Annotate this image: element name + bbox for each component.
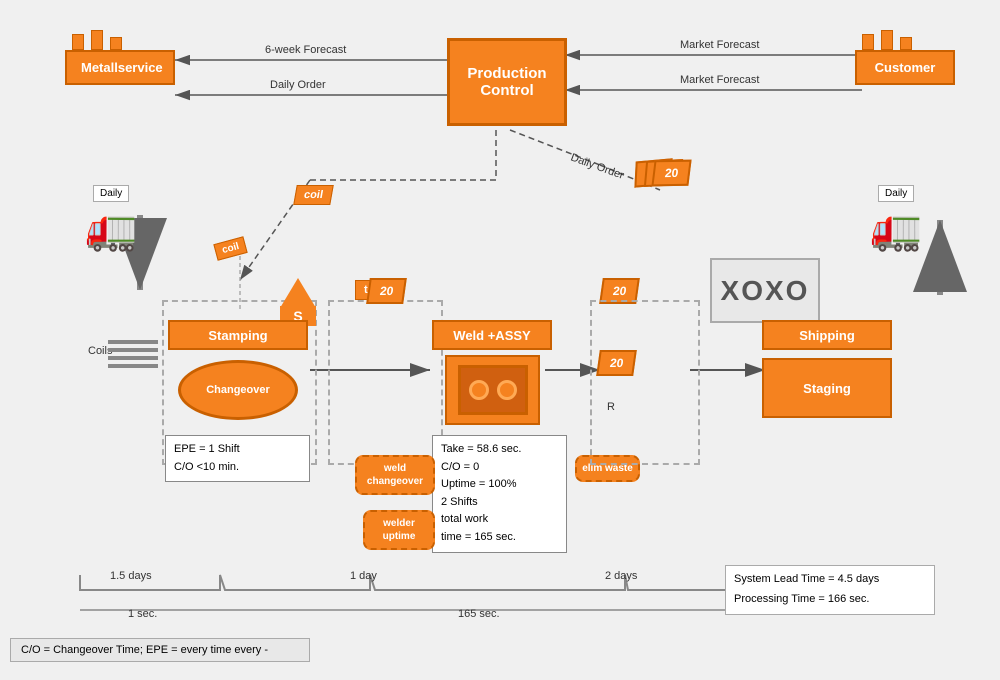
truck-left-icon: 🚛 (85, 205, 137, 254)
machine-inner (458, 365, 528, 415)
svg-text:Market Forecast: Market Forecast (680, 74, 759, 86)
shipping-label: Shipping (799, 328, 855, 343)
svg-text:6-week Forecast: 6-week Forecast (265, 44, 346, 56)
staging-box: Staging (762, 358, 892, 418)
kaizen-weld-co-label: weld changeover (362, 462, 428, 488)
metallservice-factory: Metallservice (65, 30, 175, 85)
stamping-data: EPE = 1 Shift C/O <10 min. (165, 435, 310, 482)
system-info-box: System Lead Time = 4.5 days Processing T… (725, 565, 935, 615)
svg-text:Daily Order: Daily Order (270, 79, 326, 91)
xoxo-box: XOXO (710, 258, 820, 323)
weld-shifts: 2 Shifts (441, 494, 558, 512)
shipping-push-area (590, 300, 700, 465)
timeline-1day: 1 day (350, 570, 377, 582)
coil-label-top: coil (293, 185, 333, 205)
push-triangle-stamping: S (280, 278, 316, 326)
metallservice-label: Metallservice (65, 50, 175, 85)
stamping-epe: EPE = 1 Shift (174, 441, 301, 459)
production-control-label: Production Control (467, 65, 546, 99)
changeover-label: Changeover (206, 384, 270, 396)
weld-co: C/O = 0 (441, 459, 558, 477)
system-lead-time: System Lead Time = 4.5 days (734, 570, 926, 590)
truck-right-area: Daily 🚛 (870, 185, 922, 254)
machine-circle-right (497, 380, 517, 400)
weld-assy-process: Weld +ASSY (432, 320, 552, 350)
kaizen-welder-uptime: welder uptime (363, 510, 435, 550)
legend-text: C/O = Changeover Time; EPE = every time … (21, 644, 268, 656)
value-stream-map: Market Forecast Market Forecast 6-week F… (0, 0, 1000, 680)
stamping-label: Stamping (208, 328, 267, 343)
timeline-1-5days: 1.5 days (110, 570, 152, 582)
xoxo-label: XOXO (721, 275, 810, 307)
weld-push-area (328, 300, 443, 465)
machine-circle-left (469, 380, 489, 400)
weld-assy-label: Weld +ASSY (453, 328, 530, 343)
batch-20-before-weld: 20 (366, 278, 407, 304)
production-control-box: Production Control (447, 38, 567, 126)
timeline-2days: 2 days (605, 570, 637, 582)
kaizen-weld-changeover: weld changeover (355, 455, 435, 495)
staging-label: Staging (803, 381, 851, 396)
coil-stack (108, 340, 158, 372)
weld-uptime: Uptime = 100% (441, 476, 558, 494)
timeline-165sec: 165 sec. (458, 608, 500, 620)
truck-right-icon: 🚛 (870, 205, 922, 254)
truck-left-area: Daily 🚛 (85, 185, 137, 254)
weld-total-work: total work (441, 511, 558, 529)
weld-data: Take = 58.6 sec. C/O = 0 Uptime = 100% 2… (432, 435, 567, 553)
svg-text:Market Forecast: Market Forecast (680, 39, 759, 51)
customer-label: Customer (855, 50, 955, 85)
changeover-burst: Changeover (178, 360, 298, 420)
daily-label-right: Daily (878, 185, 914, 202)
ship-batch-3: 20 (651, 160, 692, 187)
kaizen-uptime-label: welder uptime (370, 517, 428, 543)
timeline-1sec: 1 sec. (128, 608, 157, 620)
customer-factory: Customer (855, 30, 955, 85)
stamping-co: C/O <10 min. (174, 459, 301, 477)
weld-machine-icon (445, 355, 540, 425)
legend-box: C/O = Changeover Time; EPE = every time … (10, 638, 310, 662)
shipping-process: Shipping (762, 320, 892, 350)
daily-label-left: Daily (93, 185, 129, 202)
stamping-process: Stamping (168, 320, 308, 350)
coil-label-left: coil (213, 236, 248, 261)
processing-time: Processing Time = 166 sec. (734, 590, 926, 610)
weld-take: Take = 58.6 sec. (441, 441, 558, 459)
weld-total-time: time = 165 sec. (441, 529, 558, 547)
svg-text:Daily Order: Daily Order (569, 152, 626, 182)
